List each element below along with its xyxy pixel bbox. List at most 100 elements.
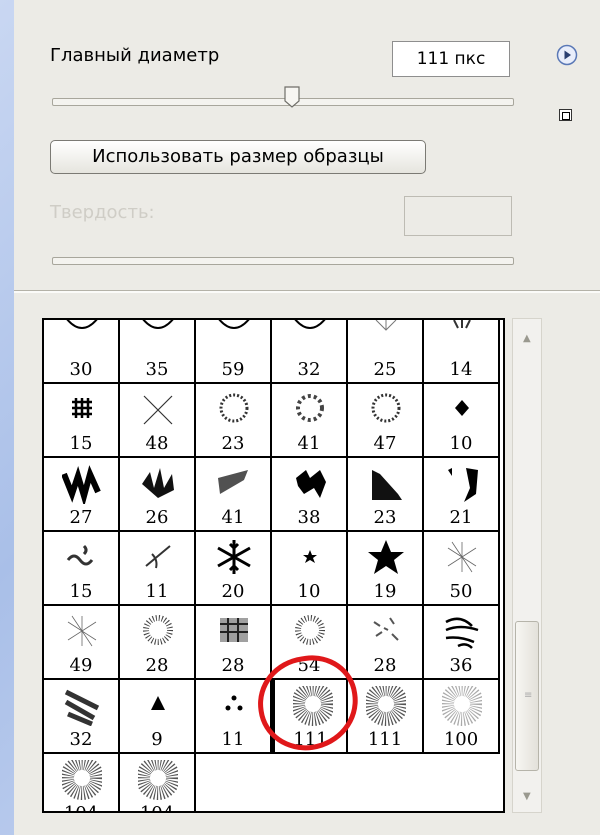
brush-size-label: 23	[373, 507, 397, 528]
brush-size-label: 10	[449, 433, 473, 454]
scatter-brush-icon	[373, 617, 399, 641]
brush-size-label: 20	[221, 581, 245, 602]
brush-preset-cell[interactable]: 23	[196, 384, 272, 458]
brush-size-label: 41	[297, 433, 321, 454]
brush-preset-cell[interactable]: 50	[424, 532, 500, 606]
brush-size-label: 26	[145, 507, 169, 528]
brush-size-label: 104	[44, 803, 118, 811]
brush-preset-cell[interactable]: 36	[424, 606, 500, 680]
brush-size-label: 111	[367, 729, 403, 750]
brush-size-label: 30	[69, 359, 93, 380]
squiggle-brush-icon	[66, 544, 94, 566]
brush-size-label: 19	[373, 581, 397, 602]
brush-size-label: 41	[221, 507, 245, 528]
brush-preset-cell[interactable]: 49	[44, 606, 120, 680]
main-diameter-slider[interactable]	[52, 86, 514, 108]
brush-preset-cell[interactable]: 48	[120, 384, 196, 458]
sparkle-brush-icon	[447, 541, 477, 573]
brush-size-label: 104	[120, 803, 194, 811]
brush-size-label: 28	[221, 655, 245, 676]
brush-preset-cell[interactable]: 41	[196, 458, 272, 532]
brush-size-label: 100	[443, 729, 479, 750]
brush-preset-cell[interactable]: 15	[44, 532, 120, 606]
brush-preset-cell[interactable]: 111	[348, 680, 424, 754]
use-sample-size-button[interactable]: Использовать размер образцы	[50, 140, 426, 174]
hardness-label: Твердость:	[50, 202, 155, 223]
hardness-input	[404, 196, 512, 236]
brush-preset-cell[interactable]: 38	[272, 458, 348, 532]
arc-brush-icon	[142, 320, 174, 329]
play-circle-icon[interactable]	[556, 44, 578, 66]
brush-preset-cell[interactable]: 25	[348, 320, 424, 384]
brush-size-label: 50	[449, 581, 473, 602]
scrollbar-thumb[interactable]: ≡	[515, 621, 539, 771]
brush-size-label: 32	[297, 359, 321, 380]
noise-brush-icon	[62, 760, 102, 800]
brush-preset-cell[interactable]: 9	[120, 680, 196, 754]
brush-size-label: 32	[69, 729, 93, 750]
brush-preset-cell[interactable]: 28	[196, 606, 272, 680]
brush-preset-cell[interactable]: 23	[348, 458, 424, 532]
new-document-icon[interactable]	[558, 106, 574, 122]
brush-preset-cell[interactable]: 100	[424, 680, 500, 754]
brush-list-scrollbar[interactable]: ▲ ≡ ▼	[512, 318, 542, 813]
brush-preset-cell[interactable]: 30	[44, 320, 120, 384]
brush-preset-cell[interactable]: 104	[120, 754, 196, 811]
sparkle-brush-icon	[67, 615, 97, 647]
brush-preset-cell[interactable]: 11	[120, 532, 196, 606]
slider-thumb-icon[interactable]	[284, 86, 300, 108]
snowflake-brush-icon	[217, 540, 251, 574]
brush-size-label: 9	[151, 729, 163, 750]
scroll-down-icon[interactable]: ▼	[523, 791, 531, 802]
brush-preset-cell[interactable]: 15	[44, 384, 120, 458]
brush-preset-cell[interactable]: 27	[44, 458, 120, 532]
main-diameter-input[interactable]: 111 пкс	[392, 41, 510, 77]
brush-preset-cell[interactable]: 47	[348, 384, 424, 458]
ring-dots-brush-icon	[371, 393, 401, 423]
brush-preset-cell[interactable]: 10	[424, 384, 500, 458]
brush-preset-cell[interactable]: 35	[120, 320, 196, 384]
big-star-brush-icon	[368, 540, 404, 574]
section-divider	[14, 290, 600, 293]
strokes-brush-icon	[64, 689, 100, 726]
arc-brush-icon	[294, 320, 326, 329]
brush-size-label: 35	[145, 359, 169, 380]
brush-size-label: 15	[69, 433, 93, 454]
brush-preset-cell[interactable]: 32	[272, 320, 348, 384]
brush-size-label: 21	[449, 507, 473, 528]
brush-preset-cell[interactable]: 104	[44, 754, 120, 811]
speckle-brush-icon	[295, 615, 325, 645]
brush-size-label: 25	[373, 359, 397, 380]
brush-preset-cell[interactable]: 28	[120, 606, 196, 680]
arc-brush-icon	[218, 320, 250, 329]
brush-preset-cell[interactable]: 20	[196, 532, 272, 606]
brush-preset-cell[interactable]: 41	[272, 384, 348, 458]
brush-preset-cell[interactable]: 19	[348, 532, 424, 606]
zigzag-brush-icon	[62, 465, 101, 504]
brush-preset-cell[interactable]: 26	[120, 458, 196, 532]
arc-brush-icon	[66, 320, 98, 329]
brush-size-label: 28	[145, 655, 169, 676]
small-star-brush-icon	[303, 550, 317, 563]
noise-light-brush-icon	[442, 686, 482, 726]
brush-preset-cell[interactable]: 10	[272, 532, 348, 606]
brush-settings-section: Главный диаметр 111 пкс Использовать раз…	[14, 0, 600, 290]
diamond-brush-icon	[455, 400, 469, 416]
brush-preset-cell[interactable]: 59	[196, 320, 272, 384]
brush-preset-cell[interactable]: 14	[424, 320, 500, 384]
cross-brush-icon	[143, 395, 173, 425]
brush-preset-cell[interactable]: 32	[44, 680, 120, 754]
brush-size-label: 14	[449, 359, 473, 380]
noise-brush-icon	[138, 760, 178, 800]
hash-brush-icon	[72, 398, 92, 418]
brush-preset-cell[interactable]: 28	[348, 606, 424, 680]
wedge-brush-icon	[372, 470, 402, 500]
brush-preset-cell[interactable]: 21	[424, 458, 500, 532]
noise-brush-icon	[366, 686, 406, 726]
brush-size-label: 28	[373, 655, 397, 676]
scroll-up-icon[interactable]: ▲	[523, 333, 531, 344]
splat-brush-icon	[142, 468, 174, 498]
hardness-slider	[52, 257, 514, 265]
hand-brush-icon	[445, 617, 479, 649]
grip-icon: ≡	[524, 690, 533, 701]
